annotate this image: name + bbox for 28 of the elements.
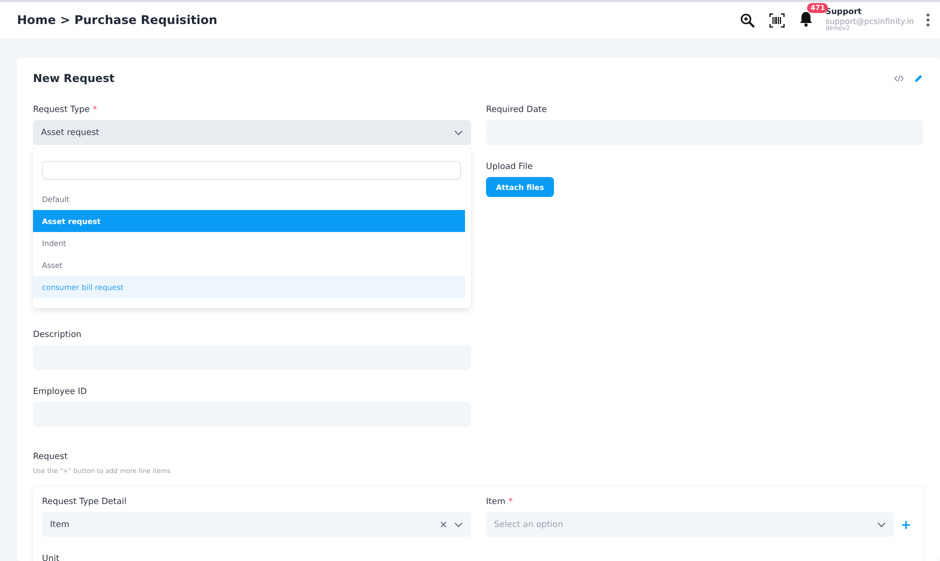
chevron-down-icon: [454, 522, 463, 528]
request-type-detail-select[interactable]: Item: [42, 512, 471, 537]
chevron-down-icon: [454, 130, 463, 136]
field-label: Upload File: [486, 162, 534, 172]
code-icon[interactable]: [894, 75, 904, 82]
user-email: support@pcsinfinity.in: [825, 16, 914, 26]
field-label: Request Type: [33, 105, 90, 115]
required-asterisk: *: [92, 105, 98, 115]
field-label: Unit: [42, 554, 60, 561]
clear-icon[interactable]: [440, 521, 447, 528]
bell-icon[interactable]: [799, 11, 814, 27]
field-label: Required Date: [486, 105, 548, 115]
required-asterisk: *: [508, 497, 513, 507]
more-options-icon[interactable]: [926, 13, 930, 27]
dropdown-search-field[interactable]: [42, 161, 461, 180]
add-icon[interactable]: [902, 520, 910, 528]
form-title: New Request: [33, 72, 115, 85]
field-label: Request Type Detail: [42, 497, 128, 507]
field-label: Employee ID: [33, 387, 88, 397]
barcode-scanner-icon[interactable]: [769, 12, 786, 28]
chevron-down-icon: [877, 522, 886, 528]
field-label: Description: [33, 330, 82, 340]
breadcrumb: Home > Purchase Requisition: [17, 13, 218, 27]
field-label: Item: [486, 497, 506, 507]
search-icon[interactable]: [740, 12, 756, 28]
section-title: Request: [33, 452, 69, 462]
request-type-select[interactable]: Asset request: [33, 120, 471, 145]
pencil-icon[interactable]: [914, 74, 923, 83]
